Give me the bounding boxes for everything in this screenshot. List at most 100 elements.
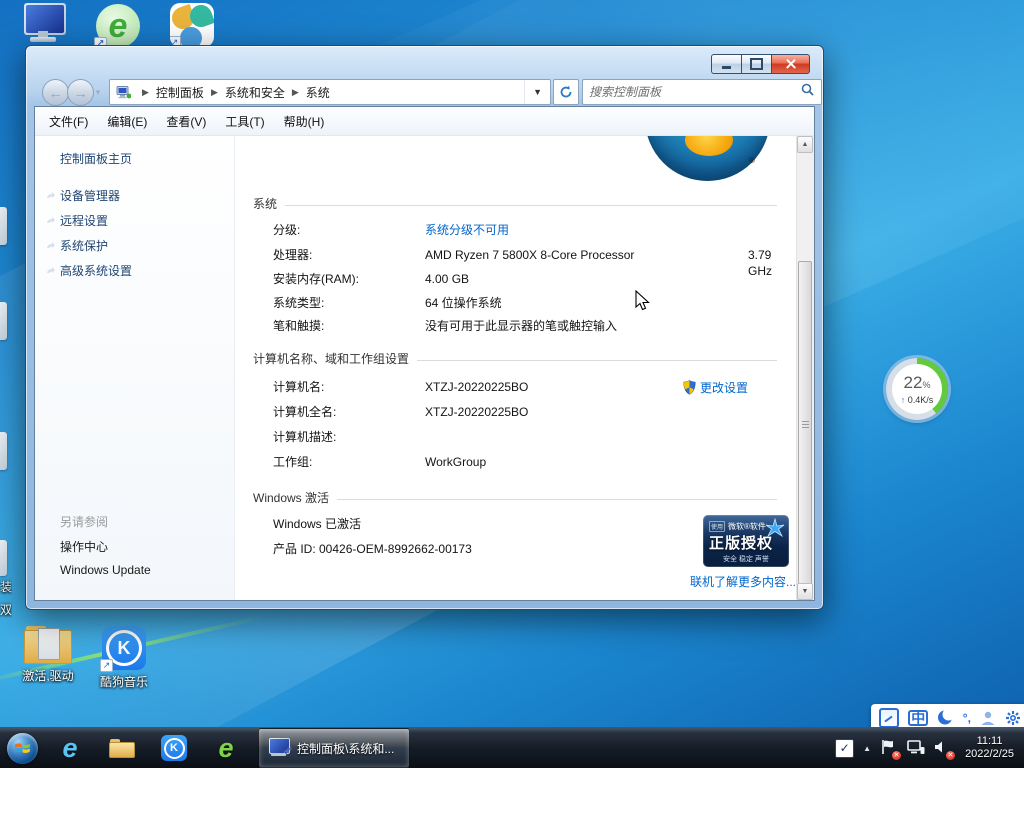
- scroll-up-button[interactable]: ▲: [797, 136, 813, 153]
- rating-unavailable-link[interactable]: 系统分级不可用: [425, 222, 509, 238]
- learn-more-online-link[interactable]: 联机了解更多内容...: [690, 573, 797, 590]
- desktop-icon-partial[interactable]: [0, 432, 7, 470]
- maximize-button[interactable]: [741, 54, 771, 74]
- menu-view[interactable]: 查看(V): [166, 113, 206, 130]
- sidebar-item-system-protection[interactable]: 系统保护: [60, 237, 108, 254]
- show-hidden-icons-button[interactable]: ▲: [863, 744, 871, 753]
- forward-arrow-icon: →: [74, 85, 88, 101]
- desktop-icon-label-fragment: 双: [0, 601, 12, 618]
- section-header-windows-activation: Windows 激活: [253, 489, 777, 506]
- network-speed: 0.4K/s: [908, 395, 934, 405]
- taskbar-active-window-button[interactable]: ✓ 控制面板\系统和...: [258, 728, 410, 768]
- shortcut-arrow-icon: ↗: [100, 659, 113, 672]
- clock-date: 2022/2/25: [965, 748, 1014, 761]
- breadcrumb-separator-icon: ▶: [285, 87, 306, 98]
- address-dropdown-icon[interactable]: ▼: [524, 80, 550, 104]
- back-arrow-icon: ←: [49, 85, 63, 101]
- scrollbar-thumb[interactable]: [798, 261, 812, 586]
- change-settings-link[interactable]: 更改设置: [700, 379, 748, 396]
- taskbar-explorer-button[interactable]: [96, 728, 148, 768]
- menu-edit[interactable]: 编辑(E): [107, 113, 147, 130]
- menu-file[interactable]: 文件(F): [49, 113, 88, 130]
- sidebar-item-windows-update[interactable]: Windows Update: [60, 563, 151, 577]
- upload-arrow-icon: ↑: [901, 395, 906, 405]
- refresh-button[interactable]: [553, 79, 579, 105]
- task-arrow-icon: [46, 192, 56, 200]
- menu-help[interactable]: 帮助(H): [284, 113, 325, 130]
- back-button[interactable]: ←: [42, 79, 69, 106]
- folder-icon: [109, 738, 135, 758]
- task-arrow-icon: [46, 267, 56, 275]
- green-browser-icon: e ↗: [96, 4, 140, 48]
- close-button[interactable]: [771, 54, 810, 74]
- computer-icon: [20, 3, 66, 43]
- windows-logo-orb: ®: [645, 136, 770, 181]
- taskbar-kugou-button[interactable]: K: [148, 728, 200, 768]
- row-full-computer-name: 计算机全名: XTZJ-20220225BO: [273, 404, 777, 420]
- taskbar-green-browser-button[interactable]: e: [200, 728, 252, 768]
- breadcrumb-system[interactable]: 系统: [306, 84, 330, 101]
- scroll-down-button[interactable]: ▼: [797, 583, 813, 600]
- sidebar-item-device-manager[interactable]: 设备管理器: [60, 187, 120, 204]
- ime-fullwidth-moon-icon[interactable]: [937, 709, 954, 726]
- row-rating: 分级: 系统分级不可用: [273, 222, 777, 238]
- desktop-icon-partial[interactable]: [0, 207, 7, 245]
- system-window-icon: ✓: [267, 738, 291, 758]
- desktop-icon-green-browser[interactable]: e ↗: [96, 4, 140, 48]
- address-computer-icon: [110, 86, 135, 99]
- ime-settings-gear-icon[interactable]: [1005, 710, 1021, 726]
- logo-orange-shape: [685, 136, 733, 156]
- sidebar-item-remote-settings[interactable]: 远程设置: [60, 212, 108, 229]
- desktop-icon-kugou[interactable]: K ↗ 酷狗音乐: [92, 626, 156, 690]
- forward-button[interactable]: →: [67, 79, 94, 106]
- desktop-icon-partial[interactable]: [0, 540, 7, 576]
- error-badge-icon: ✕: [892, 751, 901, 760]
- recent-pages-chevron-icon[interactable]: ▼: [94, 88, 102, 97]
- minimize-icon: [722, 66, 731, 69]
- desktop-icon-computer[interactable]: [20, 3, 66, 43]
- change-settings[interactable]: 更改设置: [683, 379, 748, 396]
- start-button[interactable]: [0, 728, 44, 768]
- ime-chinese-mode-button[interactable]: 中: [908, 710, 928, 726]
- address-bar[interactable]: ▶ 控制面板 ▶ 系统和安全 ▶ 系统 ▼: [109, 79, 551, 105]
- sidebar-see-also-header: 另请参阅: [60, 513, 108, 530]
- window-body: 控制面板主页 设备管理器 远程设置 系统保护 高级系统设置 另请参阅 操作中心 …: [35, 136, 814, 600]
- minimize-button[interactable]: [711, 54, 741, 74]
- volume-muted-icon[interactable]: ✕: [934, 739, 952, 757]
- row-product-id: 产品 ID: 00426-OEM-8992662-00173: [273, 541, 777, 557]
- search-input[interactable]: [583, 85, 794, 99]
- menu-bar: 文件(F) 编辑(E) 查看(V) 工具(T) 帮助(H): [35, 107, 814, 136]
- sidebar-item-action-center[interactable]: 操作中心: [60, 538, 108, 555]
- menu-tools[interactable]: 工具(T): [225, 113, 264, 130]
- desktop-icon-label: 激活,驱动: [16, 667, 80, 684]
- desktop-icon-pinwheel-app[interactable]: ↗: [170, 3, 214, 47]
- breadcrumb-system-security[interactable]: 系统和安全: [225, 84, 285, 101]
- uac-shield-icon: [683, 380, 696, 395]
- breadcrumb-separator-icon: ▶: [135, 87, 156, 98]
- thumb-grip: [802, 424, 809, 426]
- clock-time: 11:11: [965, 735, 1014, 748]
- sidebar-item-advanced-system-settings[interactable]: 高级系统设置: [60, 262, 132, 279]
- ime-punctuation-button[interactable]: °,: [963, 711, 971, 725]
- desktop-icon-activation-driver[interactable]: 激活,驱动: [16, 626, 80, 684]
- breadcrumb-control-panel[interactable]: 控制面板: [156, 84, 204, 101]
- kugou-icon: K: [161, 735, 187, 761]
- speed-ball-widget[interactable]: 22% ↑ 0.4K/s: [886, 358, 948, 420]
- tray-app-check-icon[interactable]: ✓: [835, 739, 854, 758]
- network-status-icon[interactable]: [907, 739, 925, 757]
- section-header-computer-name: 计算机名称、域和工作组设置: [253, 350, 777, 367]
- ime-user-icon[interactable]: [980, 710, 996, 726]
- task-arrow-icon: [46, 217, 56, 225]
- ime-status-icon[interactable]: [879, 708, 899, 728]
- search-box[interactable]: [582, 79, 822, 105]
- vertical-scrollbar[interactable]: ▲ ▼: [796, 136, 814, 600]
- taskbar-ie-button[interactable]: e: [44, 728, 96, 768]
- row-processor: 处理器: AMD Ryzen 7 5800X 8-Core Processor …: [273, 247, 777, 263]
- taskbar-clock[interactable]: 11:11 2022/2/25: [961, 735, 1018, 761]
- sidebar-item-control-panel-home[interactable]: 控制面板主页: [60, 150, 132, 167]
- refresh-icon: [559, 85, 573, 99]
- section-header-system: 系统: [253, 195, 777, 212]
- action-center-flag-icon[interactable]: ✕: [880, 739, 898, 757]
- sidebar: 控制面板主页 设备管理器 远程设置 系统保护 高级系统设置 另请参阅 操作中心 …: [35, 136, 235, 600]
- desktop-icon-partial[interactable]: [0, 302, 7, 340]
